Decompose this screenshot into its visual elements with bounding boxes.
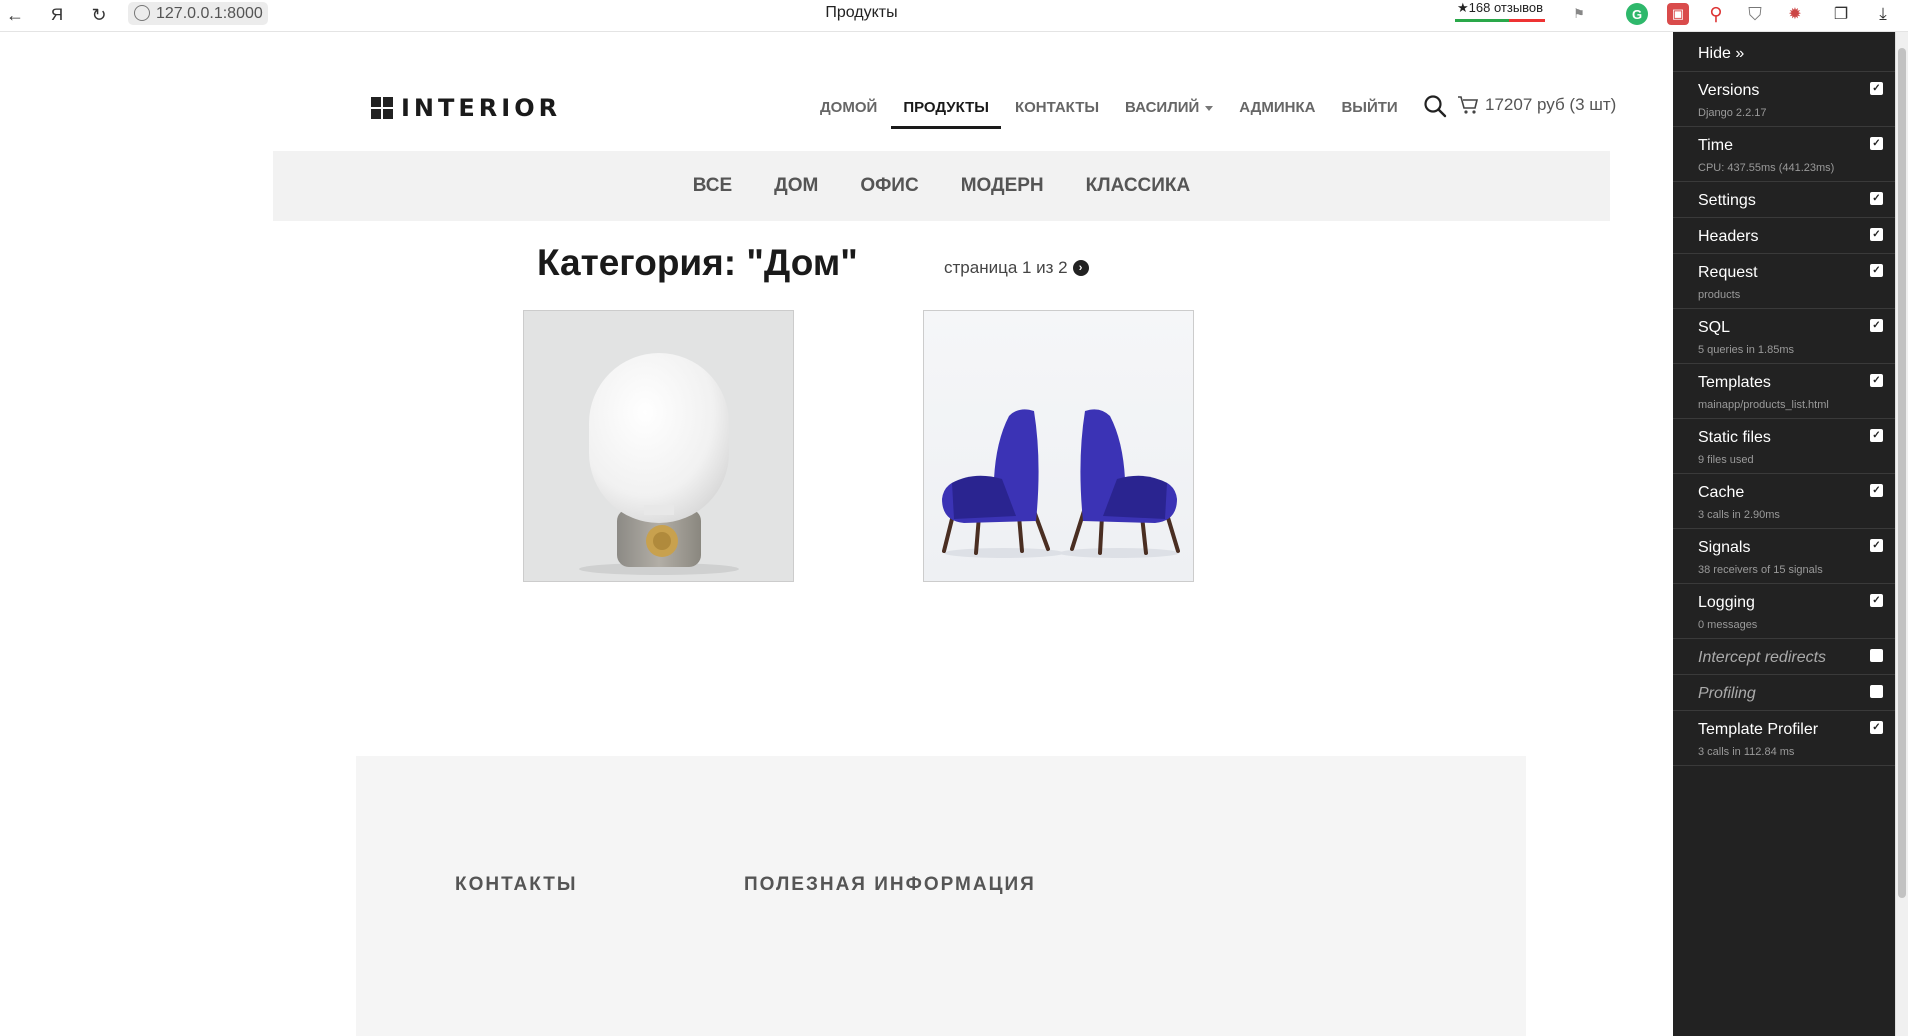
debug-panel-request[interactable]: Request products ✓	[1673, 254, 1895, 309]
search-icon[interactable]	[1423, 94, 1447, 118]
debug-panel-title: Intercept redirects	[1698, 649, 1827, 666]
debug-panel-templates[interactable]: Templates mainapp/products_list.html ✓	[1673, 364, 1895, 419]
debug-panel-static-files[interactable]: Static files 9 files used ✓	[1673, 419, 1895, 474]
grammarly-icon[interactable]: G	[1626, 3, 1648, 25]
nav-admin[interactable]: АДМИНКА	[1239, 99, 1315, 129]
debug-panel-checkbox[interactable]: ✓	[1870, 319, 1883, 332]
debug-panel-subtitle: 38 receivers of 15 signals	[1698, 564, 1823, 576]
debug-panel-checkbox[interactable]	[1870, 649, 1883, 662]
debug-toolbar: Hide » Versions Django 2.2.17 ✓ Time CPU: 43…	[1673, 32, 1895, 1036]
debug-panel-title: Logging	[1698, 594, 1755, 611]
pagination: страница 1 из 2 ›	[944, 258, 1089, 278]
shield-icon[interactable]: ⛉	[1744, 3, 1766, 25]
debug-panel-checkbox[interactable]: ✓	[1870, 721, 1883, 734]
debug-toolbar-hide-button[interactable]: Hide »	[1673, 32, 1895, 72]
debug-panel-title: Request	[1698, 264, 1758, 281]
site-logo[interactable]: INTERIOR	[371, 94, 561, 122]
debug-panel-title: Template Profiler	[1698, 721, 1819, 738]
debug-panel-subtitle: products	[1698, 289, 1741, 301]
debug-panel-checkbox[interactable]: ✓	[1870, 429, 1883, 442]
debug-panel-checkbox[interactable]: ✓	[1870, 228, 1883, 241]
nav-contacts[interactable]: КОНТАКТЫ	[1015, 99, 1099, 129]
debug-panel-sql[interactable]: SQL 5 queries in 1.85ms ✓	[1673, 309, 1895, 364]
debug-panel-checkbox[interactable]: ✓	[1870, 484, 1883, 497]
product-card-chairs[interactable]	[923, 310, 1194, 582]
debug-panel-subtitle: Django 2.2.17	[1698, 107, 1767, 119]
debug-panel-checkbox[interactable]: ✓	[1870, 264, 1883, 277]
debug-panel-title: Signals	[1698, 539, 1751, 556]
lamp-image	[579, 353, 739, 575]
debug-panel-checkbox[interactable]: ✓	[1870, 594, 1883, 607]
cart-icon	[1458, 96, 1479, 114]
category-classic[interactable]: КЛАССИКА	[1086, 175, 1191, 197]
logo-text: INTERIOR	[401, 94, 562, 122]
debug-panel-title: Headers	[1698, 228, 1759, 245]
scrollbar[interactable]	[1895, 32, 1908, 1036]
reviews-badge[interactable]: ★168 отзывов	[1455, 0, 1546, 22]
bookmark-icon[interactable]: ⚑	[1568, 3, 1590, 25]
extension-icon[interactable]: ▣	[1667, 3, 1689, 25]
debug-panel-subtitle: mainapp/products_list.html	[1698, 399, 1829, 411]
debug-panel-logging[interactable]: Logging 0 messages ✓	[1673, 584, 1895, 639]
debug-panel-checkbox[interactable]: ✓	[1870, 192, 1883, 205]
debug-panel-subtitle: 0 messages	[1698, 619, 1758, 631]
debug-panel-title: Static files	[1698, 429, 1771, 446]
debug-panel-template-profiler[interactable]: Template Profiler 3 calls in 112.84 ms ✓	[1673, 711, 1895, 766]
debug-panel-settings[interactable]: Settings ✓	[1673, 182, 1895, 218]
caret-down-icon	[1205, 105, 1214, 111]
nav-logout[interactable]: ВЫЙТИ	[1341, 99, 1397, 129]
nav-user-label: ВАСИЛИЙ	[1125, 99, 1200, 116]
pin-icon[interactable]: ⚲	[1705, 3, 1727, 25]
debug-panel-title: Settings	[1698, 192, 1756, 209]
debug-panel-title: Time	[1698, 137, 1733, 154]
chairs-image	[942, 409, 1180, 558]
basket-link[interactable]: 17207 руб (3 шт)	[1457, 95, 1616, 115]
debug-panel-subtitle: 5 queries in 1.85ms	[1698, 344, 1794, 356]
main-nav: ДОМОЙ ПРОДУКТЫ КОНТАКТЫ ВАСИЛИЙ АДМИНКА …	[820, 99, 1424, 129]
debug-panel-checkbox[interactable]: ✓	[1870, 539, 1883, 552]
debug-panel-title: Templates	[1698, 374, 1771, 391]
copy-icon[interactable]: ❐	[1830, 3, 1852, 25]
debug-panel-subtitle: 3 calls in 112.84 ms	[1698, 746, 1795, 758]
debug-panel-profiling[interactable]: Profiling	[1673, 675, 1895, 711]
nav-home[interactable]: ДОМОЙ	[820, 99, 877, 129]
debug-panel-title: Cache	[1698, 484, 1745, 501]
debug-panel-checkbox[interactable]: ✓	[1870, 374, 1883, 387]
page-title: Категория: "Дом"	[537, 242, 858, 283]
debug-panel-intercept-redirects[interactable]: Intercept redirects	[1673, 639, 1895, 675]
debug-panel-title: Profiling	[1698, 685, 1756, 702]
footer-contacts-heading: КОНТАКТЫ	[455, 874, 578, 895]
debug-panel-time[interactable]: Time CPU: 437.55ms (441.23ms) ✓	[1673, 127, 1895, 182]
debug-panel-subtitle: CPU: 437.55ms (441.23ms)	[1698, 162, 1835, 174]
site-footer: КОНТАКТЫ ПОЛЕЗНАЯ ИНФОРМАЦИЯ	[356, 756, 1526, 1036]
debug-panel-title: Versions	[1698, 82, 1760, 99]
category-modern[interactable]: МОДЕРН	[961, 175, 1044, 197]
category-all[interactable]: ВСЕ	[693, 175, 732, 197]
debug-panel-checkbox[interactable]: ✓	[1870, 82, 1883, 95]
debug-panel-cache[interactable]: Cache 3 calls in 2.90ms ✓	[1673, 474, 1895, 529]
debug-panel-subtitle: 3 calls in 2.90ms	[1698, 509, 1780, 521]
download-icon[interactable]: ⤓	[1872, 3, 1894, 25]
debug-panel-checkbox[interactable]	[1870, 685, 1883, 698]
debug-panel-title: SQL	[1698, 319, 1731, 336]
browser-toolbar: ← Я ↻ 127.0.0.1:8000 Продукты ★168 отзыв…	[0, 0, 1908, 32]
nav-products[interactable]: ПРОДУКТЫ	[891, 99, 1001, 129]
category-office[interactable]: ОФИС	[860, 175, 918, 197]
next-page-icon[interactable]: ›	[1072, 260, 1089, 276]
category-menu: ВСЕ ДОМ ОФИС МОДЕРН КЛАССИКА	[273, 151, 1610, 221]
nav-user-dropdown[interactable]: ВАСИЛИЙ	[1125, 99, 1214, 129]
debug-panel-headers[interactable]: Headers ✓	[1673, 218, 1895, 254]
debug-panel-versions[interactable]: Versions Django 2.2.17 ✓	[1673, 72, 1895, 127]
footer-info-heading: ПОЛЕЗНАЯ ИНФОРМАЦИЯ	[744, 874, 1036, 895]
debug-panel-signals[interactable]: Signals 38 receivers of 15 signals ✓	[1673, 529, 1895, 584]
logo-icon	[371, 97, 393, 119]
scrollbar-thumb[interactable]	[1898, 48, 1906, 898]
debug-panel-subtitle: 9 files used	[1698, 454, 1754, 466]
category-home[interactable]: ДОМ	[774, 175, 818, 197]
basket-total: 17207 руб (3 шт)	[1485, 95, 1617, 114]
bug-icon[interactable]: ✹	[1784, 3, 1806, 25]
debug-panel-checkbox[interactable]: ✓	[1870, 137, 1883, 150]
product-card-lamp[interactable]	[523, 310, 794, 582]
pagination-text: страница 1 из 2	[944, 258, 1068, 277]
